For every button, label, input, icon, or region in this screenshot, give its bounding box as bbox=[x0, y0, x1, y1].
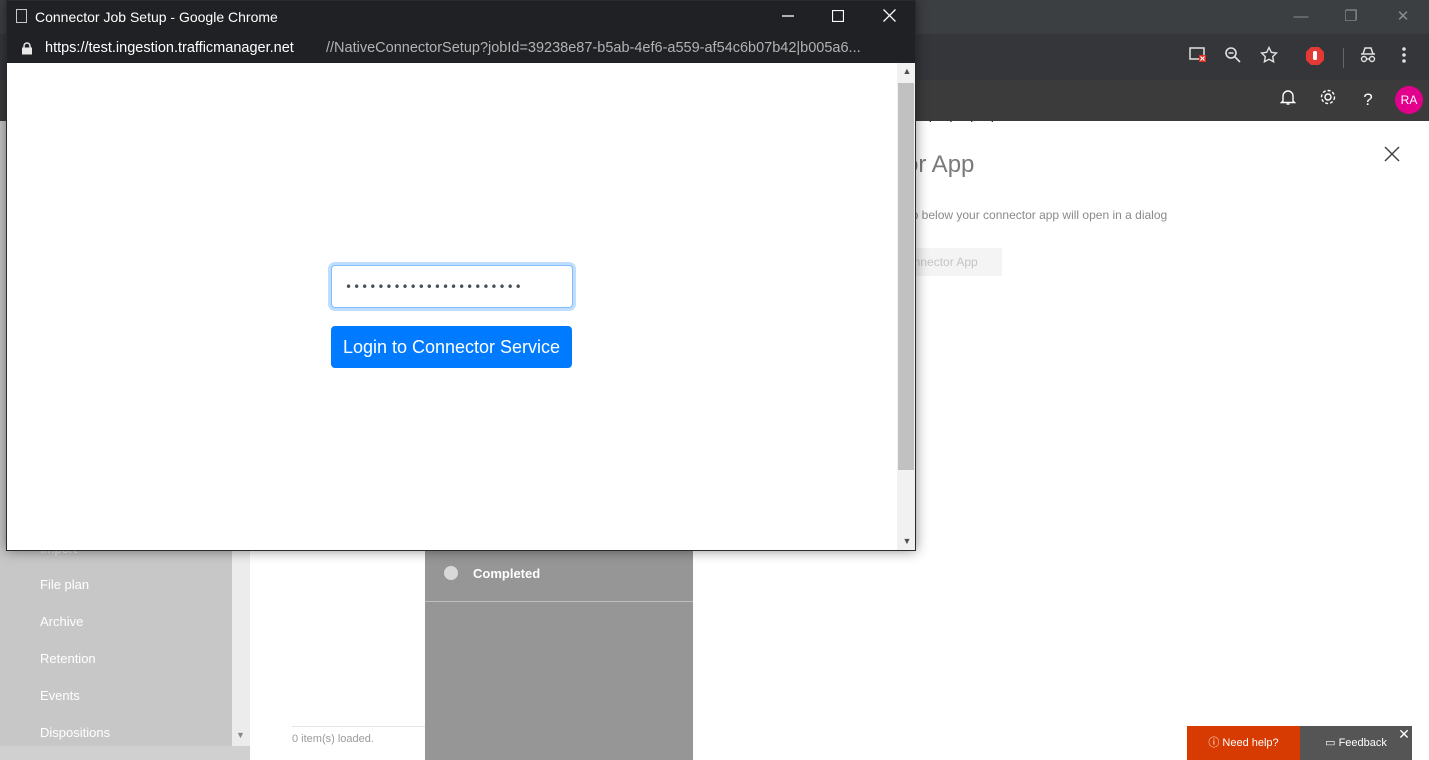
incognito-icon[interactable] bbox=[1357, 46, 1379, 68]
url-host: https://test.ingestion.trafficmanager.ne… bbox=[45, 40, 294, 56]
list-status-text: 0 item(s) loaded. bbox=[292, 733, 374, 745]
step-completed-label: Completed bbox=[473, 566, 541, 581]
feedback-label: Feedback bbox=[1338, 737, 1387, 749]
nav-item-dispositions[interactable]: Dispositions bbox=[40, 725, 110, 740]
popup-title-bar: Connector Job Setup - Google Chrome bbox=[7, 1, 915, 35]
nav-bottom-strip bbox=[0, 746, 250, 760]
lock-icon bbox=[21, 42, 33, 55]
nav-item-events[interactable]: Events bbox=[40, 688, 80, 703]
minimize-icon[interactable]: — bbox=[1278, 0, 1324, 34]
menu-icon[interactable] bbox=[1393, 46, 1415, 68]
popup-address-bar[interactable]: https://test.ingestion.trafficmanager.ne… bbox=[7, 35, 915, 63]
popup-title: Connector Job Setup - Google Chrome bbox=[35, 9, 278, 25]
progress-dots: ···· bbox=[928, 112, 1011, 128]
feedback-close-icon[interactable]: ✕ bbox=[1396, 726, 1412, 743]
help-icon[interactable]: ? bbox=[1356, 88, 1380, 112]
popup-minimize-icon[interactable] bbox=[763, 1, 813, 35]
zoom-icon[interactable] bbox=[1222, 46, 1244, 68]
scroll-down-arrow-icon[interactable]: ▼ bbox=[236, 730, 245, 740]
close-window-icon[interactable]: ✕ bbox=[1380, 0, 1426, 34]
nav-item-retention[interactable]: Retention bbox=[40, 651, 96, 666]
list-divider bbox=[292, 726, 425, 727]
nav-item-file-plan[interactable]: File plan bbox=[40, 577, 89, 592]
document-icon bbox=[16, 9, 27, 23]
cast-blocked-icon[interactable] bbox=[1187, 46, 1209, 68]
feedback-icon: ▭ bbox=[1325, 737, 1339, 749]
panel-description: op below your connector app will open in… bbox=[905, 208, 1168, 222]
scroll-up-arrow-icon[interactable]: ▲ bbox=[900, 66, 914, 76]
popup-maximize-icon[interactable] bbox=[813, 1, 863, 35]
popup-window: Connector Job Setup - Google Chrome http… bbox=[6, 0, 916, 551]
popup-close-icon[interactable] bbox=[864, 1, 914, 35]
bell-icon[interactable] bbox=[1276, 88, 1300, 112]
need-help-label: Need help? bbox=[1222, 737, 1279, 749]
step-divider bbox=[425, 601, 693, 602]
gear-icon[interactable] bbox=[1316, 88, 1340, 112]
nav-item-archive[interactable]: Archive bbox=[40, 614, 83, 629]
avatar[interactable]: RA bbox=[1395, 86, 1423, 114]
toolbar-divider bbox=[1343, 48, 1344, 68]
step-status-dot bbox=[444, 566, 458, 580]
star-icon[interactable] bbox=[1258, 45, 1280, 68]
need-help-button[interactable]: ⓘ Need help? bbox=[1187, 726, 1300, 760]
popup-content: Login to Connector Service bbox=[7, 63, 897, 550]
adblock-icon[interactable] bbox=[1304, 46, 1326, 68]
scroll-down-arrow-icon[interactable]: ▼ bbox=[900, 536, 914, 546]
help-circle-icon: ⓘ bbox=[1208, 737, 1223, 749]
password-input[interactable] bbox=[331, 265, 573, 308]
popup-scrollbar-thumb[interactable] bbox=[898, 83, 914, 470]
login-button[interactable]: Login to Connector Service bbox=[331, 326, 572, 368]
close-icon[interactable] bbox=[1384, 142, 1400, 168]
url-path: //NativeConnectorSetup?jobId=39238e87-b5… bbox=[326, 40, 861, 56]
restore-icon[interactable]: ❐ bbox=[1328, 0, 1374, 34]
